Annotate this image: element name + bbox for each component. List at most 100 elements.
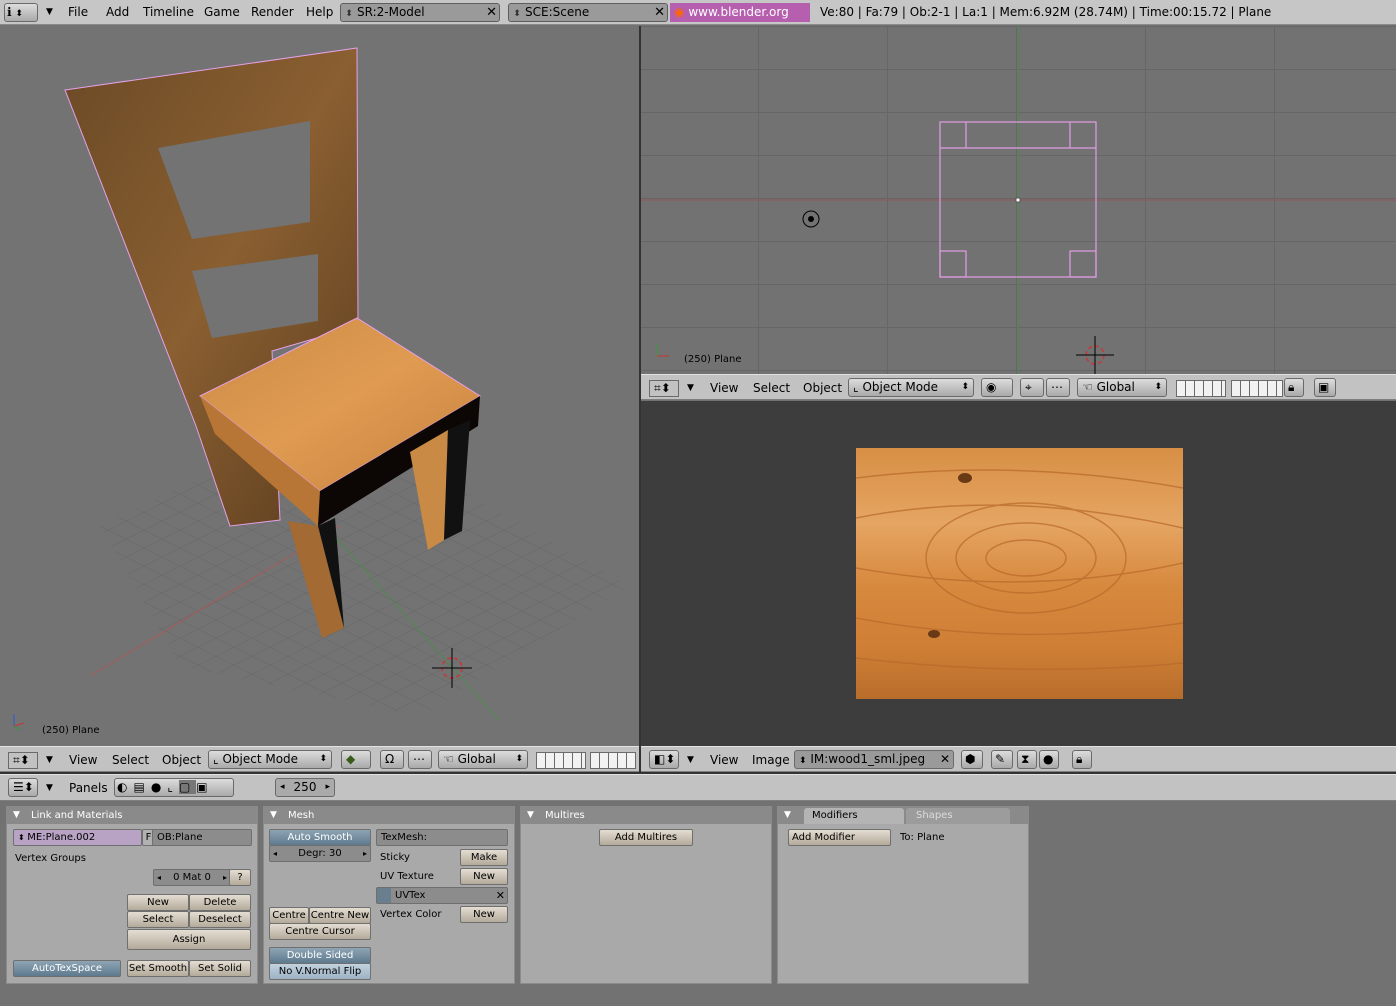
draw-type-selector[interactable]: ◉ (981, 378, 1013, 397)
centre-button[interactable]: Centre (269, 907, 309, 924)
logic-icon[interactable]: ◐ (117, 780, 133, 794)
menu-render[interactable]: Render (251, 5, 294, 19)
menu-object[interactable]: Object (803, 381, 842, 395)
new-vertex-color-button[interactable]: New (460, 906, 508, 923)
vertical-divider[interactable] (639, 26, 641, 772)
layer-buttons-2[interactable] (1231, 380, 1283, 397)
frame-field[interactable]: ◂ 250 ▸ (275, 778, 335, 797)
menu-image[interactable]: Image (752, 753, 790, 767)
double-sided-toggle[interactable]: Double Sided (269, 947, 371, 964)
collapse-arrow-icon[interactable]: ▼ (687, 755, 694, 765)
panel-title[interactable]: Mesh (264, 807, 514, 824)
info-window-type-button[interactable]: ℹ ⬍ (4, 3, 38, 22)
viewport-3d-top[interactable]: (250) Plane (641, 26, 1396, 374)
viewport-3d-perspective[interactable]: (250) Plane (0, 26, 639, 746)
viewport-object-label: (250) Plane (42, 725, 100, 736)
close-icon[interactable]: ✕ (486, 4, 497, 21)
texmesh-field[interactable]: TexMesh: (376, 829, 508, 846)
object-name-field[interactable]: OB:Plane (152, 829, 252, 846)
image-browse-field[interactable]: ⬍ IM:wood1_sml.jpeg ✕ (794, 750, 954, 769)
material-help-button[interactable]: ? (229, 869, 251, 886)
object-icon[interactable]: ⌞ (167, 780, 179, 794)
new-uv-texture-button[interactable]: New (460, 868, 508, 885)
collapse-arrow-icon[interactable]: ▼ (46, 755, 53, 765)
material-index-field[interactable]: ◂ 0 Mat 0 ▸ (153, 869, 231, 886)
menu-add[interactable]: Add (106, 5, 129, 19)
menu-view[interactable]: View (710, 753, 738, 767)
screen-name[interactable]: SR:2-Model (357, 5, 425, 19)
menu-help[interactable]: Help (306, 5, 333, 19)
menu-timeline[interactable]: Timeline (143, 5, 194, 19)
assign-material-button[interactable]: Assign (127, 929, 251, 950)
menu-object[interactable]: Object (162, 753, 201, 767)
tab-shapes[interactable]: Shapes (906, 808, 1010, 824)
pivot-selector[interactable]: Ω (380, 750, 404, 769)
autotexspace-toggle[interactable]: AutoTexSpace (13, 960, 121, 977)
collapse-arrow-icon[interactable]: ▼ (687, 383, 694, 393)
degree-field[interactable]: ◂ Degr: 30 ▸ (269, 845, 371, 862)
no-vnormal-flip-toggle[interactable]: No V.Normal Flip (269, 963, 371, 980)
script-icon[interactable]: ▤ (133, 780, 150, 794)
render-preview-button[interactable]: ▣ (1314, 378, 1336, 397)
panel-title[interactable]: Multires (521, 807, 771, 824)
mesh-name-field[interactable]: ⬍ ME:Plane.002 (13, 829, 142, 846)
set-smooth-button[interactable]: Set Smooth (127, 960, 189, 977)
collapse-arrow-icon[interactable]: ▼ (46, 7, 53, 17)
image-name[interactable]: IM:wood1_sml.jpeg (810, 752, 925, 766)
window-type-button[interactable]: ◧⬍ (649, 750, 679, 769)
close-icon[interactable]: ✕ (496, 888, 505, 903)
add-modifier-button[interactable]: Add Modifier (788, 829, 891, 846)
mode-selector[interactable]: ⌞ Object Mode ⬍ (208, 750, 332, 769)
window-type-button[interactable]: ☰⬍ (8, 778, 38, 797)
new-material-button[interactable]: New (127, 894, 189, 911)
scene-selector[interactable]: ⬍ SCE:Scene ✕ (508, 3, 668, 22)
set-solid-button[interactable]: Set Solid (189, 960, 251, 977)
orientation-selector[interactable]: ☜ Global ⬍ (1077, 378, 1167, 397)
screen-selector[interactable]: ⬍ SR:2-Model ✕ (340, 3, 500, 22)
make-sticky-button[interactable]: Make (460, 849, 508, 866)
menu-file[interactable]: File (68, 5, 88, 19)
centre-new-button[interactable]: Centre New (309, 907, 371, 924)
menu-view[interactable]: View (69, 753, 97, 767)
scene-name[interactable]: SCE:Scene (525, 5, 589, 19)
layer-buttons-1[interactable] (536, 752, 586, 769)
manipulator-toggle[interactable]: ⋯ (408, 750, 432, 769)
close-icon[interactable]: ✕ (940, 751, 950, 768)
layer-buttons-2[interactable] (590, 752, 636, 769)
orientation-selector[interactable]: ☜ Global ⬍ (438, 750, 528, 769)
menu-select[interactable]: Select (753, 381, 790, 395)
window-type-button[interactable]: ⌗⬍ (8, 752, 38, 769)
menu-view[interactable]: View (710, 381, 738, 395)
tab-modifiers[interactable]: Modifiers (804, 808, 904, 824)
menu-select[interactable]: Select (112, 753, 149, 767)
pivot-selector[interactable]: ⌖ (1020, 378, 1044, 397)
collapse-arrow-icon[interactable]: ▼ (46, 783, 53, 793)
close-icon[interactable]: ✕ (654, 4, 665, 21)
uvtex-layer-field[interactable]: UVTex ✕ (376, 887, 508, 904)
scene-icon[interactable]: ▣ (196, 780, 213, 794)
delete-material-button[interactable]: Delete (189, 894, 251, 911)
layer-buttons-1[interactable] (1176, 380, 1226, 397)
lock-button[interactable]: 🔒︎ (1284, 378, 1304, 397)
lock-button[interactable]: 🔒︎ (1072, 750, 1092, 769)
menu-game[interactable]: Game (204, 5, 240, 19)
window-type-button[interactable]: ⌗⬍ (649, 380, 679, 397)
context-tabs[interactable]: ◐▤●⌞▢▣ (114, 778, 234, 797)
draw-alpha-button[interactable]: ● (1039, 750, 1059, 769)
add-multires-button[interactable]: Add Multires (599, 829, 693, 846)
vertex-color-label: Vertex Color (380, 909, 442, 920)
auto-smooth-toggle[interactable]: Auto Smooth (269, 829, 371, 846)
select-material-button[interactable]: Select (127, 911, 189, 928)
paint-button[interactable]: ✎ (991, 750, 1013, 769)
editing-icon[interactable]: ▢ (178, 780, 197, 794)
deselect-material-button[interactable]: Deselect (189, 911, 251, 928)
image-editor-area[interactable] (641, 401, 1396, 746)
uv-options-button[interactable]: ⧗ (1017, 750, 1037, 769)
centre-cursor-button[interactable]: Centre Cursor (269, 923, 371, 940)
manipulator-toggle[interactable]: ⋯ (1046, 378, 1070, 397)
panel-title[interactable]: Link and Materials (7, 807, 257, 824)
shading-icon[interactable]: ● (151, 780, 167, 794)
draw-type-selector[interactable]: ◆ (341, 750, 371, 769)
mode-selector[interactable]: ⌞ Object Mode ⬍ (848, 378, 974, 397)
pack-image-button[interactable]: ⬢ (961, 750, 983, 769)
